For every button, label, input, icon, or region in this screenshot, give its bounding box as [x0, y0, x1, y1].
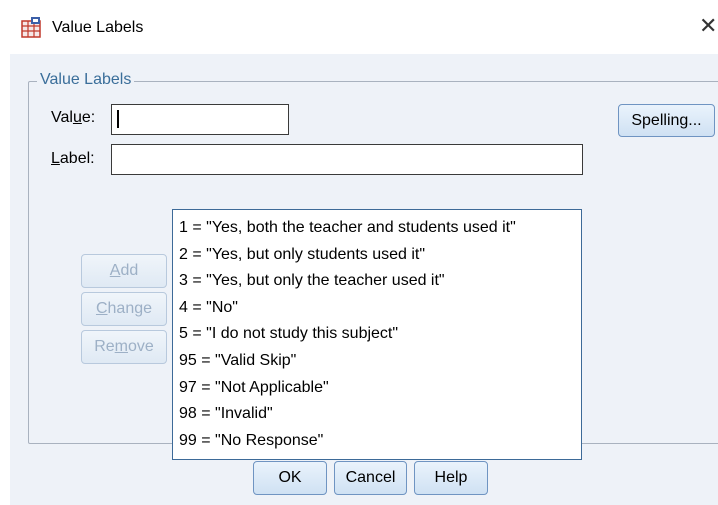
list-item[interactable]: 99 = "No Response" [179, 428, 581, 455]
list-item[interactable]: 97 = "Not Applicable" [179, 375, 581, 402]
list-item[interactable]: 3 = "Yes, but only the teacher used it" [179, 268, 581, 295]
label-input[interactable] [111, 144, 583, 175]
label-field-label: Label: [51, 150, 95, 167]
spss-table-icon [20, 16, 44, 40]
value-field-label: Value: [51, 109, 96, 126]
text-caret [117, 110, 119, 128]
list-item[interactable]: 2 = "Yes, but only students used it" [179, 242, 581, 269]
value-labels-list[interactable]: 1 = "Yes, both the teacher and students … [172, 209, 582, 460]
list-item[interactable]: 5 = "I do not study this subject" [179, 321, 581, 348]
change-button[interactable]: Change [81, 292, 167, 326]
dialog-body: Value Labels Value: Label: Spelling... A… [10, 54, 718, 505]
list-item[interactable]: 98 = "Invalid" [179, 401, 581, 428]
title-bar: Value Labels ✕ [0, 0, 718, 54]
group-legend: Value Labels [37, 71, 135, 89]
list-item[interactable]: 4 = "No" [179, 295, 581, 322]
help-button[interactable]: Help [414, 461, 488, 495]
add-button[interactable]: Add [81, 254, 167, 288]
value-input[interactable] [111, 104, 289, 135]
spelling-button[interactable]: Spelling... [618, 104, 715, 137]
list-item[interactable]: 1 = "Yes, both the teacher and students … [179, 215, 581, 242]
value-labels-group: Value Labels Value: Label: Spelling... A… [28, 71, 718, 460]
list-item[interactable]: 95 = "Valid Skip" [179, 348, 581, 375]
remove-button[interactable]: Remove [81, 330, 167, 364]
ok-button[interactable]: OK [253, 461, 327, 495]
close-icon[interactable]: ✕ [699, 14, 718, 38]
window-title: Value Labels [52, 19, 144, 36]
cancel-button[interactable]: Cancel [334, 461, 407, 495]
